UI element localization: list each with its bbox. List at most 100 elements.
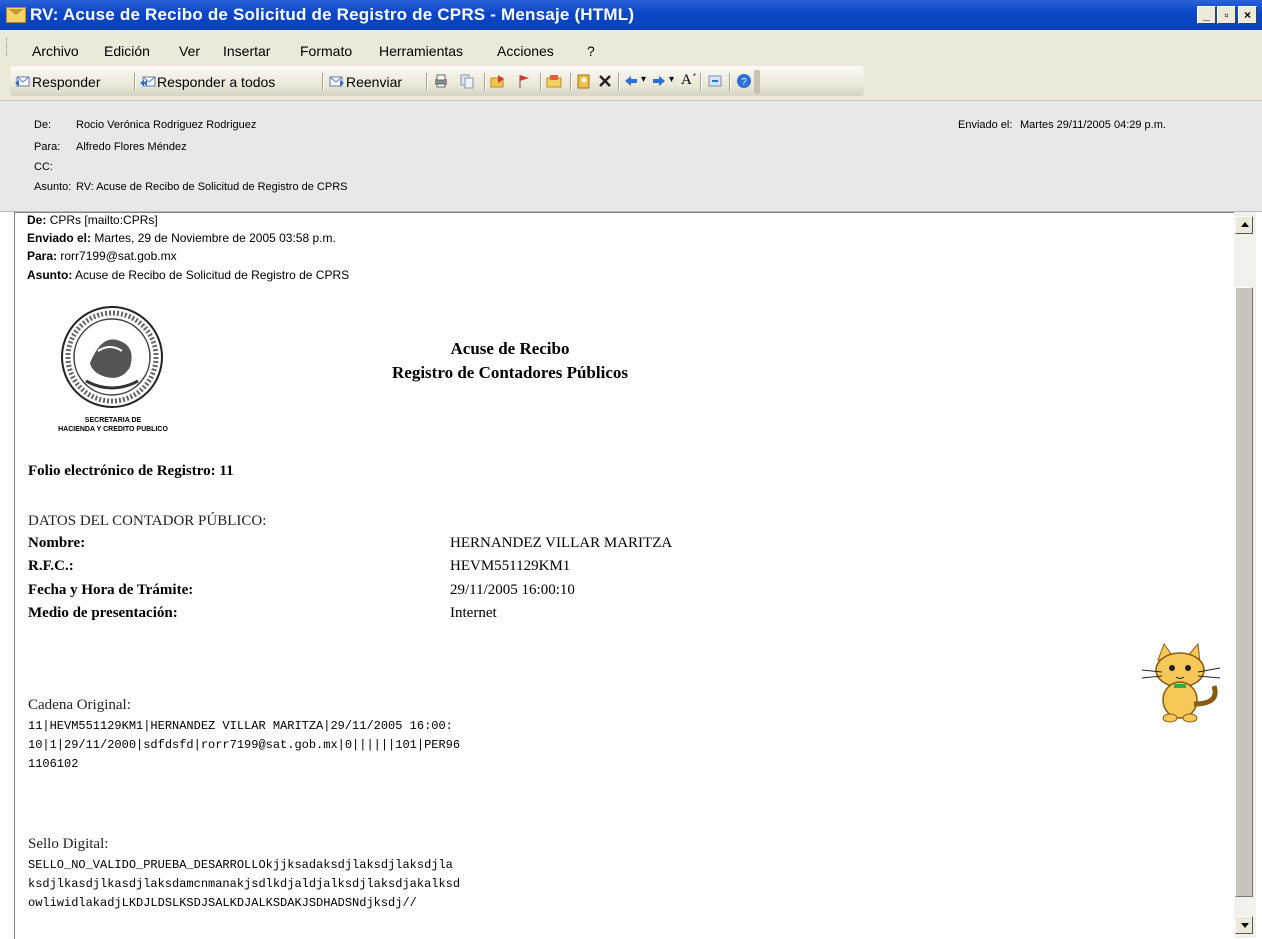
scroll-down-button[interactable] xyxy=(1235,916,1253,934)
message-body[interactable]: De: CPRs [mailto:CPRs] Enviado el: Marte… xyxy=(14,212,1235,939)
fwd-from: De: CPRs [mailto:CPRs] xyxy=(27,213,158,227)
scroll-thumb[interactable] xyxy=(1235,287,1253,897)
svg-text:?: ? xyxy=(741,77,747,88)
logo-caption: SECRETARIA DE HACIENDA Y CREDITO PUBLICO xyxy=(38,416,188,434)
toolbar-separator xyxy=(426,73,428,91)
fwd-subject: Asunto: Acuse de Recibo de Solicitud de … xyxy=(27,268,349,282)
field-value-rfc: HEVM551129KM1 xyxy=(450,558,571,574)
next-item-icon[interactable] xyxy=(651,73,667,89)
subject-label: Asunto: xyxy=(34,181,72,193)
message-header: De: Rocio Verónica Rodriguez Rodriguez P… xyxy=(0,101,1262,212)
vertical-scrollbar[interactable] xyxy=(1234,212,1256,938)
sello-line: ksdjlkasdjlkasdjlaksdamcnmanakjsdlkdjald… xyxy=(28,877,461,891)
menu-insertar[interactable]: Insertar xyxy=(223,43,270,59)
fwd-sent-label: Enviado el: xyxy=(27,231,92,245)
categories-icon[interactable] xyxy=(546,73,562,89)
fwd-from-value[interactable]: CPRs [mailto:CPRs] xyxy=(50,213,158,227)
from-label: De: xyxy=(34,119,52,131)
print-icon[interactable] xyxy=(433,73,449,89)
receipt-title: Acuse de Recibo Registro de Contadores P… xyxy=(300,337,720,385)
minimize-button[interactable]: _ xyxy=(1197,6,1216,24)
toolbar-separator xyxy=(540,73,542,91)
menu-help[interactable]: ? xyxy=(587,43,595,59)
logo-caption-line-2: HACIENDA Y CREDITO PUBLICO xyxy=(58,426,168,433)
reply-all-button[interactable]: Responder a todos xyxy=(157,74,275,90)
menu-formato[interactable]: Formato xyxy=(300,43,352,59)
sello-line: SELLO_NO_VALIDO_PRUEBA_DESARROLLOkjjksad… xyxy=(28,858,453,872)
field-value-medio: Internet xyxy=(450,605,497,621)
cadena-label: Cadena Original: xyxy=(28,697,131,713)
cat-sticker-image xyxy=(1141,642,1221,723)
translate-icon[interactable] xyxy=(707,73,723,89)
field-value-fecha: 29/11/2005 16:00:10 xyxy=(450,582,575,598)
toolbar-separator xyxy=(570,73,572,91)
fwd-from-label: De: xyxy=(27,213,47,227)
move-to-folder-icon[interactable] xyxy=(490,73,506,89)
window-title: RV: Acuse de Recibo de Solicitud de Regi… xyxy=(30,5,635,24)
fwd-to-value[interactable]: rorr7199@sat.gob.mx xyxy=(60,249,176,263)
restore-button[interactable]: ▫ xyxy=(1217,6,1236,24)
cadena-line: 11|HEVM551129KM1|HERNANDEZ VILLAR MARITZ… xyxy=(28,719,453,733)
fwd-subject-value: Acuse de Recibo de Solicitud de Registro… xyxy=(75,268,350,282)
menu-grip xyxy=(6,38,10,56)
next-dropdown-icon[interactable]: ▾ xyxy=(669,74,674,85)
help-icon[interactable]: ? xyxy=(736,73,752,89)
to-label: Para: xyxy=(34,141,61,153)
sello-line: owliwidlakadjLKDJLDSLKSDJSALKDJALKSDAKJS… xyxy=(28,896,417,910)
toolbar-separator xyxy=(700,73,702,91)
chevron-down-icon xyxy=(1241,923,1249,928)
menu-herramientas[interactable]: Herramientas xyxy=(379,43,463,59)
toolbar-separator xyxy=(618,73,620,91)
section-heading: DATOS DEL CONTADOR PÚBLICO: xyxy=(28,513,267,529)
subject-value: RV: Acuse de Recibo de Solicitud de Regi… xyxy=(76,181,348,193)
forward-icon xyxy=(329,76,344,87)
previous-dropdown-icon[interactable]: ▾ xyxy=(641,74,646,85)
mail-envelope-icon xyxy=(6,7,26,23)
receipt-title-line-1: Acuse de Recibo xyxy=(450,339,570,358)
close-button[interactable]: × xyxy=(1238,6,1257,24)
cc-label: CC: xyxy=(34,161,53,173)
fwd-sent-value: Martes, 29 de Noviembre de 2005 03:58 p.… xyxy=(94,231,336,245)
window-titlebar[interactable]: RV: Acuse de Recibo de Solicitud de Regi… xyxy=(0,0,1262,30)
toolbar-overflow[interactable] xyxy=(754,70,760,94)
previous-item-icon[interactable] xyxy=(623,73,639,89)
toolbar-separator xyxy=(729,73,731,91)
shcp-seal-logo xyxy=(61,306,163,408)
sent-value: Martes 29/11/2005 04:29 p.m. xyxy=(1020,119,1166,131)
flag-icon[interactable] xyxy=(516,73,532,89)
address-book-icon[interactable] xyxy=(576,73,592,89)
delete-icon[interactable] xyxy=(597,73,613,89)
field-label-fecha: Fecha y Hora de Trámite: xyxy=(28,582,194,598)
sello-label: Sello Digital: xyxy=(28,836,109,852)
copy-icon[interactable] xyxy=(459,73,475,89)
cadena-line: 1106102 xyxy=(28,757,79,771)
reply-button[interactable]: Responder xyxy=(32,74,101,90)
toolbar-separator xyxy=(484,73,486,91)
cadena-block: 11|HEVM551129KM1|HERNANDEZ VILLAR MARITZ… xyxy=(28,717,460,774)
toolbar: Responder Responder a todos Reenviar ▾ ▾… xyxy=(0,64,1262,101)
menu-archivo[interactable]: Archivo xyxy=(32,43,79,59)
from-value[interactable]: Rocio Verónica Rodriguez Rodriguez xyxy=(76,119,256,131)
folio-text: Folio electrónico de Registro: 11 xyxy=(28,463,234,479)
forward-button[interactable]: Reenviar xyxy=(346,74,402,90)
menu-acciones[interactable]: Acciones xyxy=(497,43,554,59)
receipt-title-line-2: Registro de Contadores Públicos xyxy=(392,363,628,382)
fwd-to-label: Para: xyxy=(27,249,58,263)
scroll-up-button[interactable] xyxy=(1235,216,1253,234)
field-label-nombre: Nombre: xyxy=(28,535,86,551)
menu-bar: Archivo Edición Ver Insertar Formato Her… xyxy=(0,30,1262,64)
toolbar-separator xyxy=(322,73,324,91)
to-value[interactable]: Alfredo Flores Méndez xyxy=(76,141,187,153)
reply-icon xyxy=(15,76,30,87)
cadena-line: 10|1|29/11/2000|sdfdsfd|rorr7199@sat.gob… xyxy=(28,738,461,752)
logo-caption-line-1: SECRETARIA DE xyxy=(84,417,142,424)
fwd-subject-label: Asunto: xyxy=(27,268,73,282)
reply-all-icon xyxy=(140,76,156,87)
sello-block: SELLO_NO_VALIDO_PRUEBA_DESARROLLOkjjksad… xyxy=(28,856,460,913)
font-size-button[interactable]: A´ xyxy=(681,72,697,89)
menu-edicion[interactable]: Edición xyxy=(104,43,150,59)
field-label-medio: Medio de presentación: xyxy=(28,605,178,621)
field-label-rfc: R.F.C.: xyxy=(28,558,74,574)
menu-ver[interactable]: Ver xyxy=(179,43,200,59)
chevron-up-icon xyxy=(1241,222,1249,227)
